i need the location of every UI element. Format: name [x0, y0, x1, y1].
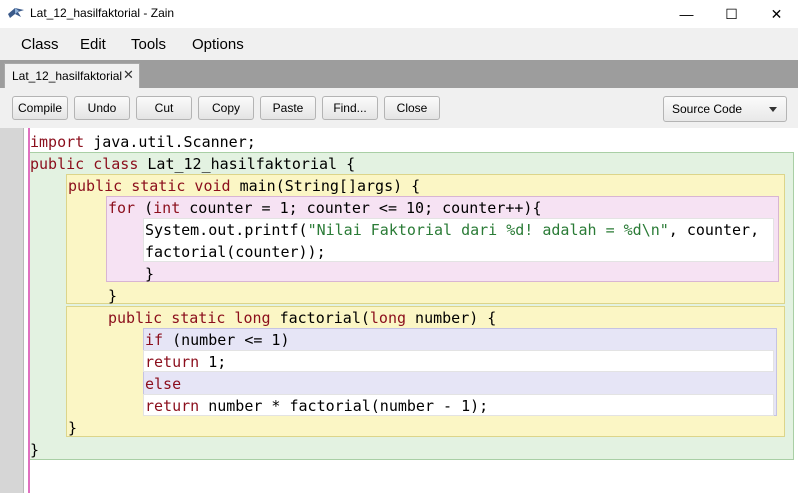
tab-close-icon[interactable]: ✕: [123, 67, 134, 83]
code-keyword: if: [145, 331, 164, 349]
code-text: }: [145, 265, 155, 283]
chevron-down-icon: [769, 107, 777, 112]
undo-button[interactable]: Undo: [74, 96, 130, 120]
menu-edit[interactable]: Edit: [80, 36, 106, 53]
code-line[interactable]: public class Lat_12_hasilfaktorial {: [30, 153, 355, 175]
code-line[interactable]: }: [30, 439, 39, 461]
code-keyword: public static long: [108, 309, 271, 327]
cut-button[interactable]: Cut: [136, 96, 192, 120]
code-line[interactable]: }: [68, 417, 77, 439]
code-line[interactable]: factorial(counter));: [145, 241, 326, 263]
code-line[interactable]: }: [145, 263, 154, 285]
code-text: (number <= 1): [163, 331, 290, 349]
code-line[interactable]: import java.util.Scanner;: [30, 131, 256, 153]
code-keyword: public static void: [68, 177, 231, 195]
window-title: Lat_12_hasilfaktorial - Zain: [30, 6, 175, 20]
code-keyword: import: [30, 133, 85, 151]
code-line[interactable]: public static void main(String[]args) {: [68, 175, 420, 197]
menu-bar: Class Edit Tools Options: [0, 28, 798, 60]
code-line[interactable]: public static long factorial(long number…: [108, 307, 496, 329]
code-editor[interactable]: import java.util.Scanner; public class L…: [0, 128, 798, 493]
menu-options[interactable]: Options: [192, 36, 244, 53]
code-line[interactable]: }: [108, 285, 117, 307]
tab-lat-12-hasilfaktorial[interactable]: Lat_12_hasilfaktorial ✕: [4, 63, 140, 88]
close-window-button[interactable]: ✕: [754, 0, 798, 28]
code-keyword: int: [153, 199, 181, 217]
code-line[interactable]: else: [145, 373, 181, 395]
code-keyword: long: [369, 309, 407, 327]
code-text: number) {: [406, 309, 497, 327]
compile-button[interactable]: Compile: [12, 96, 68, 120]
minimize-button[interactable]: —: [664, 0, 709, 28]
code-text: 1;: [199, 353, 227, 371]
code-string: "Nilai Faktorial dari %d! adalah = %d\n": [307, 221, 669, 239]
code-line[interactable]: System.out.printf("Nilai Faktorial dari …: [145, 219, 759, 241]
menu-class[interactable]: Class: [21, 36, 59, 53]
code-text: factorial(: [270, 309, 370, 327]
paste-button[interactable]: Paste: [260, 96, 316, 120]
code-line[interactable]: for (int counter = 1; counter <= 10; cou…: [108, 197, 541, 219]
code-text: }: [108, 287, 118, 305]
maximize-button[interactable]: ☐: [709, 0, 754, 28]
menu-tools[interactable]: Tools: [131, 36, 166, 53]
code-text: (: [135, 199, 154, 217]
code-keyword: return: [145, 353, 200, 371]
tab-strip: Lat_12_hasilfaktorial ✕: [0, 60, 798, 88]
code-line[interactable]: return number * factorial(number - 1);: [145, 395, 488, 417]
line-gutter[interactable]: [0, 128, 24, 493]
code-keyword: for: [108, 199, 136, 217]
if-body: [143, 350, 774, 372]
code-text: factorial(counter));: [145, 243, 326, 261]
view-mode-select[interactable]: Source Code: [663, 96, 787, 122]
code-keyword: return: [145, 397, 200, 415]
copy-button[interactable]: Copy: [198, 96, 254, 120]
tab-label: Lat_12_hasilfaktorial: [12, 69, 123, 83]
close-button[interactable]: Close: [384, 96, 440, 120]
code-text: number * factorial(number - 1);: [199, 397, 489, 415]
bluej-bird-icon: [8, 8, 24, 18]
find-button[interactable]: Find...: [322, 96, 378, 120]
code-text: counter = 1; counter <= 10; counter++){: [180, 199, 542, 217]
code-keyword: else: [145, 375, 182, 393]
code-text: java.util.Scanner;: [84, 133, 256, 151]
code-text: }: [68, 419, 78, 437]
code-text: main(String[]args) {: [230, 177, 421, 195]
code-text: }: [30, 441, 40, 459]
code-keyword: public class: [30, 155, 139, 173]
code-line[interactable]: return 1;: [145, 351, 226, 373]
code-line[interactable]: if (number <= 1): [145, 329, 290, 351]
code-text: , counter,: [668, 221, 760, 239]
code-text: System.out.printf(: [145, 221, 308, 239]
code-text: Lat_12_hasilfaktorial {: [138, 155, 356, 173]
title-bar: Lat_12_hasilfaktorial - Zain — ☐ ✕: [0, 0, 798, 28]
view-mode-label: Source Code: [672, 102, 743, 116]
